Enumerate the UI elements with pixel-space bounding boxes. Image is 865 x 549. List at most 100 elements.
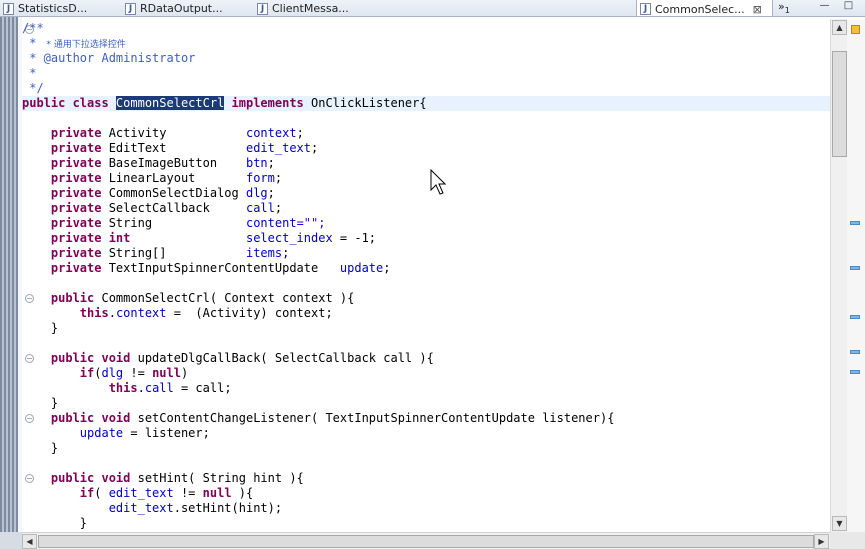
comment-text: */	[22, 81, 44, 95]
field-name: form	[245, 171, 275, 185]
code-line: public void updateDlgCallBack( SelectCal…	[22, 351, 830, 366]
code-text: = call;	[173, 381, 232, 395]
tab-label: RDataOutput...	[140, 2, 223, 15]
scrollbar-thumb[interactable]	[832, 51, 847, 157]
comment-text: *	[22, 66, 37, 80]
field-line: private TextInputSpinnerContentUpdate up…	[22, 261, 830, 276]
field-line: private Activity context;	[22, 126, 830, 141]
occurrence-marker[interactable]	[850, 266, 860, 270]
field-name: context	[115, 306, 167, 320]
code-line: public void setContentChangeListener( Te…	[22, 411, 830, 426]
java-file-icon: J	[640, 3, 651, 15]
code-line: update = listener;	[22, 426, 830, 441]
field-name: edit_text	[108, 486, 174, 500]
field-name: dlg	[245, 186, 268, 200]
java-file-icon: J	[125, 2, 136, 15]
keyword: public	[50, 411, 102, 425]
tab-label: CommonSelec...	[655, 2, 745, 16]
annotation-ruler	[0, 17, 18, 532]
code-line: if(dlg != null)	[79, 366, 189, 380]
field-line: private int select_index = -1;	[22, 231, 830, 246]
tab-statistics[interactable]: J StatisticsD...	[0, 0, 112, 16]
keyword: private	[22, 261, 109, 275]
code-line: if( edit_text != null ){	[79, 486, 254, 500]
field-line: private EditText edit_text;	[22, 141, 830, 156]
field-line: private SelectCallback call;	[22, 201, 830, 216]
tab-label: ClientMessa...	[272, 2, 349, 15]
scrollbar-thumb[interactable]	[38, 535, 814, 548]
code-text: setHint( String hint ){	[137, 471, 304, 485]
field-type: TextInputSpinnerContentUpdate	[108, 261, 340, 275]
code-text: }	[50, 321, 59, 335]
code-line: * @author Administrator	[22, 51, 830, 66]
tab-clientmessage[interactable]: J ClientMessa...	[254, 0, 354, 16]
scroll-left-icon[interactable]: ◀	[22, 534, 37, 549]
occurrence-marker[interactable]	[850, 221, 860, 225]
javadoc-tag: * @author	[22, 51, 95, 65]
code-text: = (Activity) context;	[166, 306, 333, 320]
code-editor[interactable]: /** * * 通用下拉选择控件 * @author Administrator…	[22, 19, 830, 532]
field-name: context	[245, 126, 297, 140]
keyword: private	[22, 186, 109, 200]
code-line: this.call = call;	[108, 381, 232, 395]
code-text: = listener;	[123, 426, 210, 440]
tab-overflow-button[interactable]: »1	[778, 0, 790, 15]
code-text: ;	[296, 126, 304, 140]
code-text: ;	[383, 261, 391, 275]
code-text: = -1;	[332, 231, 377, 245]
keyword: private	[22, 171, 109, 185]
comment-text: *	[22, 36, 44, 50]
keyword: implements	[224, 96, 311, 110]
field-type: String	[108, 216, 246, 230]
occurrence-marker[interactable]	[850, 350, 860, 354]
overview-status-icon[interactable]	[851, 25, 860, 34]
field-type: LinearLayout	[108, 171, 246, 185]
editor-tab-bar: J StatisticsD... J RDataOutput... J Clie…	[0, 0, 865, 17]
code-text: ;	[267, 156, 275, 170]
field-line: private String[] items;	[22, 246, 830, 261]
code-line: }	[22, 516, 830, 531]
tab-label: StatisticsD...	[18, 2, 88, 15]
occurrence-marker[interactable]	[850, 315, 860, 319]
code-text: ;	[274, 201, 283, 215]
keyword: public	[50, 291, 102, 305]
field-line: private String content="";	[22, 216, 830, 231]
code-line: /**	[22, 21, 830, 36]
code-text: }	[79, 516, 88, 530]
keyword: private	[22, 156, 109, 170]
tab-commonselectcrl[interactable]: J CommonSelec... ⊠	[636, 0, 773, 16]
scroll-down-icon[interactable]: ▼	[832, 516, 847, 531]
close-tab-icon[interactable]: ⊠	[753, 3, 762, 16]
comment-text: /**	[22, 21, 44, 35]
overview-ruler	[847, 19, 865, 532]
field-name: update	[339, 261, 384, 275]
keyword: private	[22, 231, 109, 245]
keyword: void	[101, 471, 138, 485]
tab-rdataoutput[interactable]: J RDataOutput...	[122, 0, 252, 16]
chevron-double-right-icon: »	[778, 0, 785, 13]
occurrence-marker[interactable]	[850, 370, 860, 374]
field-type: CommonSelectDialog	[108, 186, 246, 200]
code-text: CommonSelectCrl( Context context ){	[101, 291, 355, 305]
code-text: ;	[311, 141, 319, 155]
code-text: }	[50, 396, 59, 410]
code-line: public void setHint( String hint ){	[22, 471, 830, 486]
keyword: this	[79, 306, 109, 320]
scroll-up-icon[interactable]: ▲	[832, 20, 847, 35]
code-text: OnClickListener{	[311, 96, 427, 110]
keyword: public	[50, 471, 102, 485]
java-file-icon: J	[257, 2, 268, 15]
scroll-right-icon[interactable]: ▶	[814, 534, 829, 549]
field-type: Activity	[108, 126, 246, 140]
code-text: ;	[267, 186, 275, 200]
code-line: this.context = (Activity) context;	[79, 306, 333, 320]
scrollbar-corner	[830, 532, 865, 549]
code-text: updateDlgCallBack( SelectCallback call )…	[137, 351, 434, 365]
code-line: public CommonSelectCrl( Context context …	[22, 291, 830, 306]
code-line: }	[22, 396, 830, 411]
maximize-button[interactable]: □	[842, 1, 855, 13]
horizontal-scrollbar[interactable]: ◀ ▶	[22, 532, 830, 549]
minimize-button[interactable]: —	[818, 1, 831, 13]
vertical-scrollbar[interactable]: ▲ ▼	[830, 19, 847, 532]
